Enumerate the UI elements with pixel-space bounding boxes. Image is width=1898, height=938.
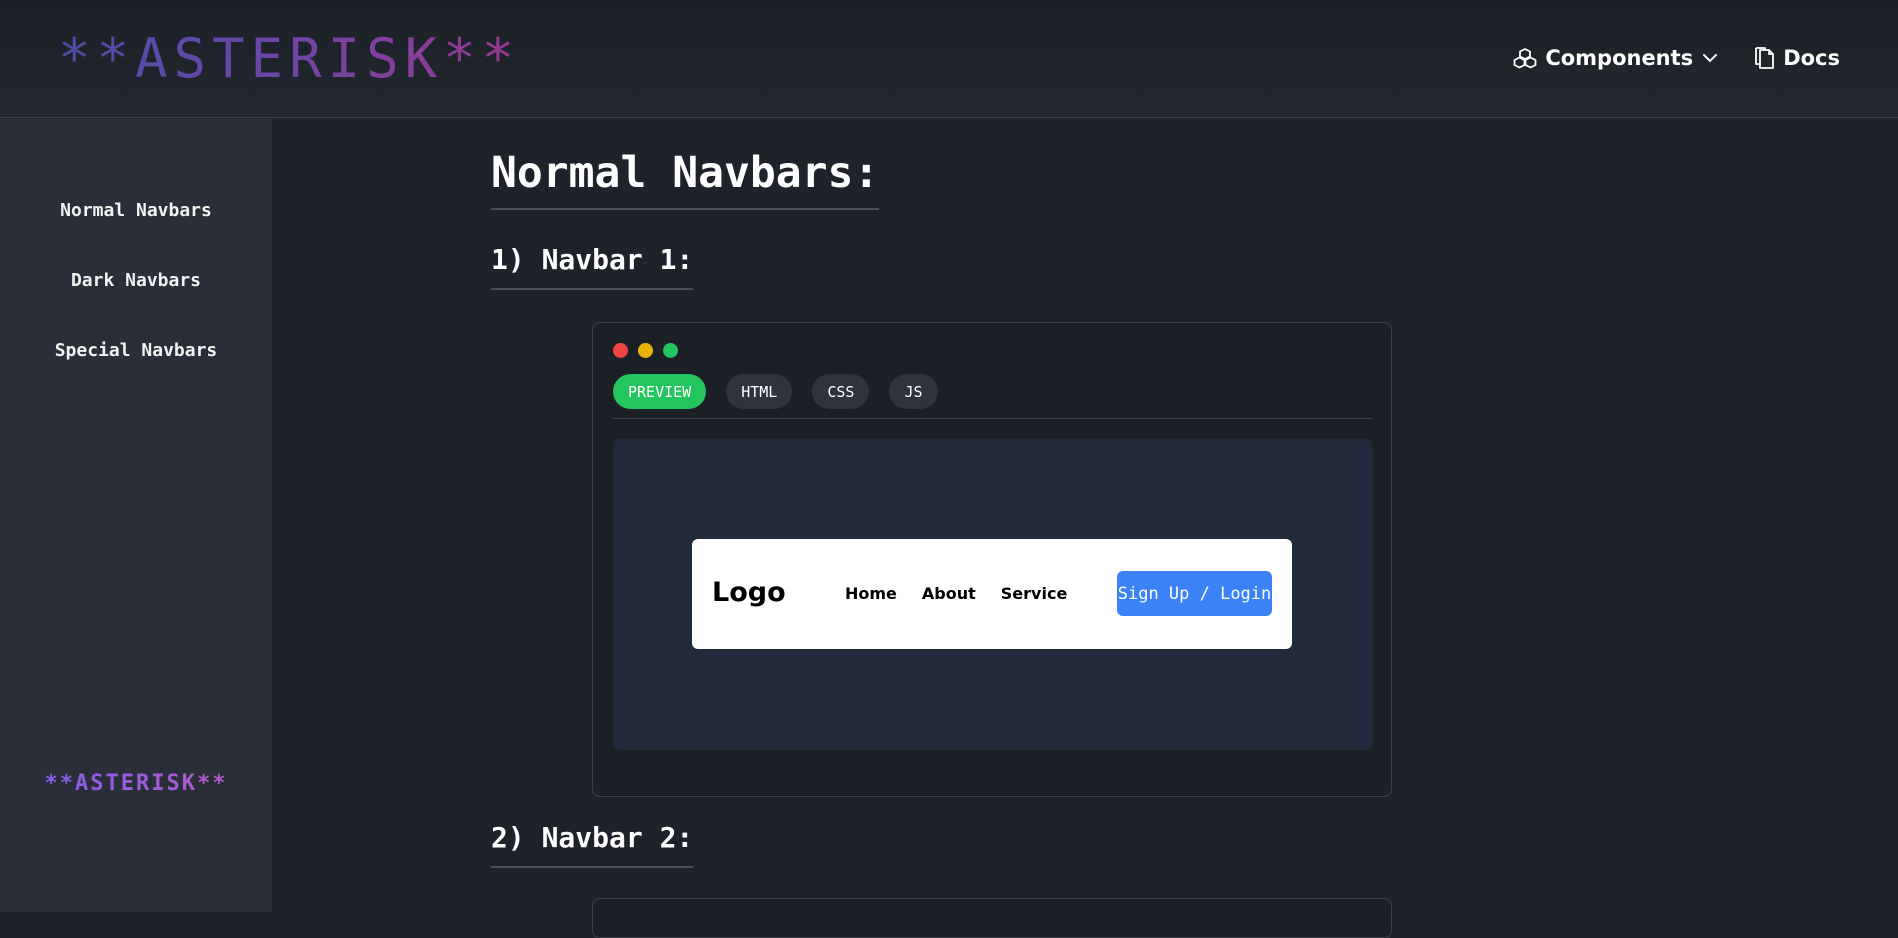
maximize-dot-icon xyxy=(663,343,678,358)
sidebar-brand: **ASTERISK** xyxy=(0,771,272,796)
sidebar-item-dark-navbars[interactable]: Dark Navbars xyxy=(0,270,272,291)
sample-link-about[interactable]: About xyxy=(922,584,976,603)
close-dot-icon xyxy=(613,343,628,358)
code-tabs: PREVIEW HTML CSS JS xyxy=(613,374,938,409)
components-label: Components xyxy=(1545,46,1694,70)
window-controls xyxy=(613,343,678,358)
sample-navbar-logo[interactable]: Logo xyxy=(712,577,786,608)
chevron-down-icon xyxy=(1701,52,1719,64)
docs-link[interactable]: Docs xyxy=(1753,46,1840,70)
tab-html[interactable]: HTML xyxy=(726,374,793,409)
sidebar-item-special-navbars[interactable]: Special Navbars xyxy=(0,340,272,361)
tab-css[interactable]: CSS xyxy=(812,374,870,409)
tab-preview[interactable]: PREVIEW xyxy=(613,374,707,409)
preview-pane: Logo Home About Service Sign Up / Login xyxy=(613,439,1373,750)
tab-js[interactable]: JS xyxy=(889,374,938,409)
tab-divider xyxy=(613,418,1373,419)
component-demo-window-2 xyxy=(592,898,1392,938)
cubes-icon xyxy=(1513,47,1537,69)
sample-navbar: Logo Home About Service Sign Up / Login xyxy=(692,539,1292,649)
sample-link-service[interactable]: Service xyxy=(1001,584,1068,603)
sidebar-item-normal-navbars[interactable]: Normal Navbars xyxy=(0,200,272,221)
section-title-navbar-1: 1) Navbar 1: xyxy=(491,242,694,290)
brand-logo[interactable]: **ASTERISK** xyxy=(58,26,520,92)
docs-label: Docs xyxy=(1783,46,1840,70)
section-title-navbar-2: 2) Navbar 2: xyxy=(491,820,694,868)
top-nav: Components Docs xyxy=(1513,40,1840,76)
documents-icon xyxy=(1753,46,1775,70)
component-demo-window: PREVIEW HTML CSS JS Logo Home About Serv… xyxy=(592,322,1392,797)
top-header: **ASTERISK** Components Docs xyxy=(0,0,1898,118)
page-title: Normal Navbars: xyxy=(491,146,880,210)
components-menu[interactable]: Components xyxy=(1513,46,1719,70)
minimize-dot-icon xyxy=(638,343,653,358)
sidebar: Normal Navbars Dark Navbars Special Navb… xyxy=(0,119,272,912)
sign-up-login-button[interactable]: Sign Up / Login xyxy=(1117,571,1272,616)
sample-navbar-links: Home About Service xyxy=(845,584,1067,603)
sample-link-home[interactable]: Home xyxy=(845,584,897,603)
